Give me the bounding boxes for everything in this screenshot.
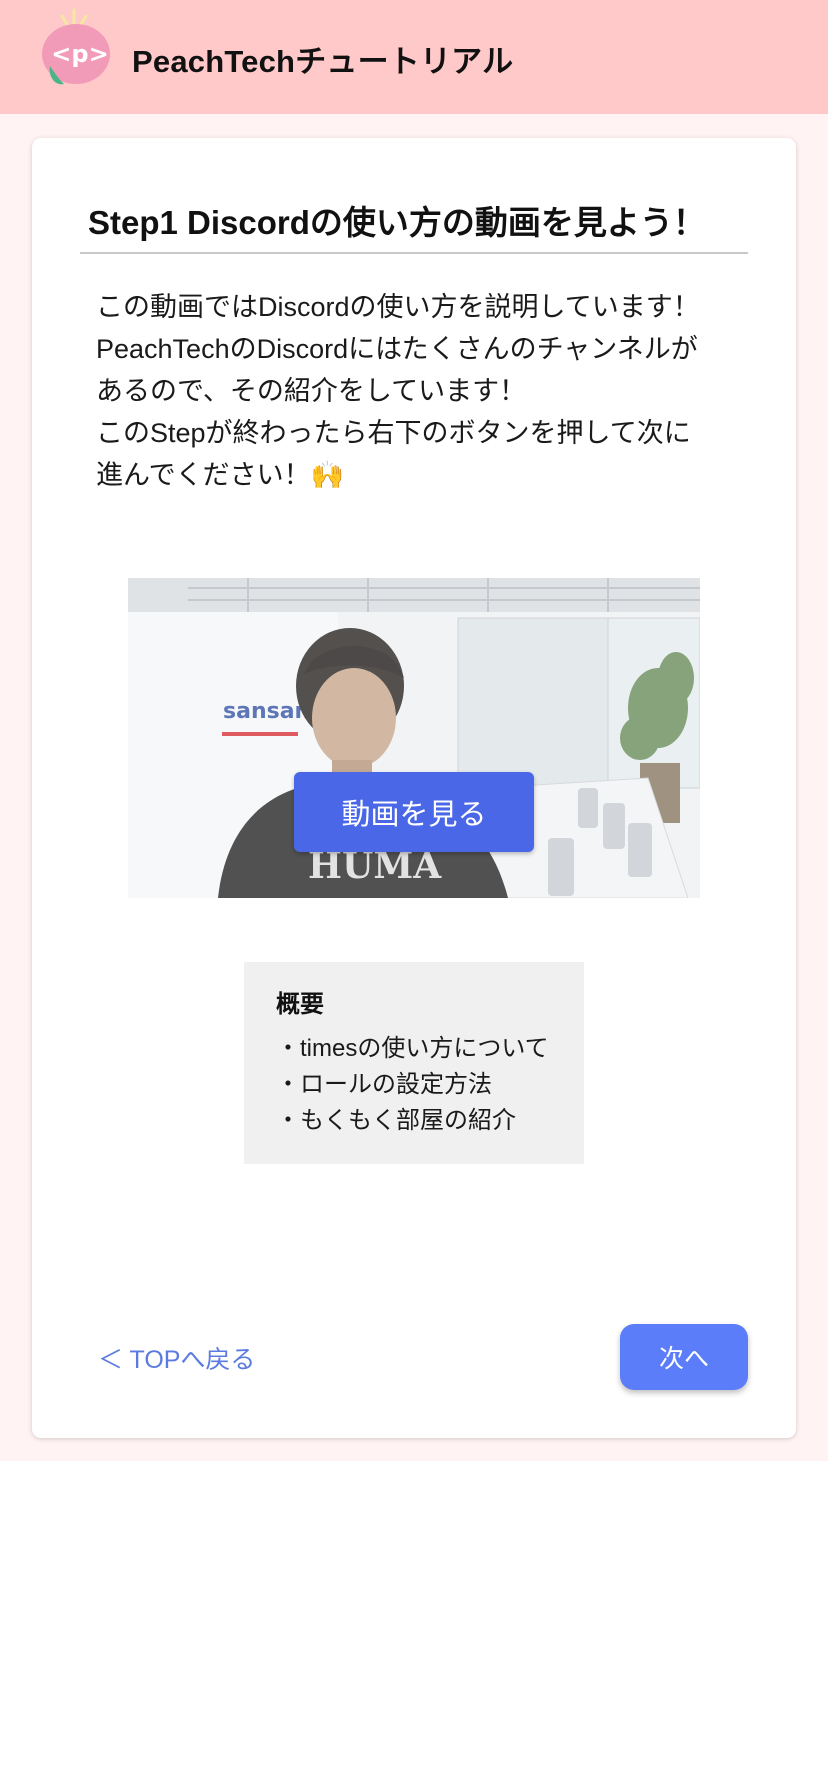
- summary-title: 概要: [276, 991, 324, 1018]
- step-card: Step1 Discordの使い方の動画を見よう！ この動画ではDiscordの…: [32, 138, 796, 1438]
- summary-item: ・ロールの設定方法: [276, 1071, 492, 1098]
- summary-item: ・timesの使い方について: [276, 1035, 549, 1062]
- app-title: PeachTechチュートリアル: [132, 44, 514, 79]
- summary-list: ・timesの使い方について ・ロールの設定方法 ・もくもく部屋の紹介: [276, 1031, 584, 1139]
- step-title: Step1 Discordの使い方の動画を見よう！: [88, 204, 706, 241]
- app-header: <p> PeachTechチュートリアル: [0, 0, 828, 114]
- intro-line: あるので、その紹介をしています！: [96, 376, 527, 406]
- intro-line: 進んでください！🙌: [96, 460, 345, 490]
- peachtech-logo-icon[interactable]: <p>: [40, 8, 124, 88]
- summary-item: ・もくもく部屋の紹介: [276, 1107, 516, 1134]
- summary-box: 概要 ・timesの使い方について ・ロールの設定方法 ・もくもく部屋の紹介: [244, 962, 584, 1164]
- title-divider: [80, 252, 748, 254]
- next-button[interactable]: 次へ: [620, 1324, 748, 1390]
- intro-line: PeachTechのDiscordにはたくさんのチャンネルが: [96, 334, 698, 364]
- intro-text: この動画ではDiscordの使い方を説明しています！ PeachTechのDis…: [96, 286, 736, 496]
- watch-video-button[interactable]: 動画を見る: [294, 772, 534, 852]
- intro-line: この動画ではDiscordの使い方を説明しています！: [96, 292, 700, 322]
- back-to-top-link[interactable]: ＜ TOPへ戻る: [98, 1340, 255, 1376]
- logo-text: <p>: [51, 40, 108, 68]
- intro-line: このStepが終わったら右下のボタンを押して次に: [96, 418, 691, 448]
